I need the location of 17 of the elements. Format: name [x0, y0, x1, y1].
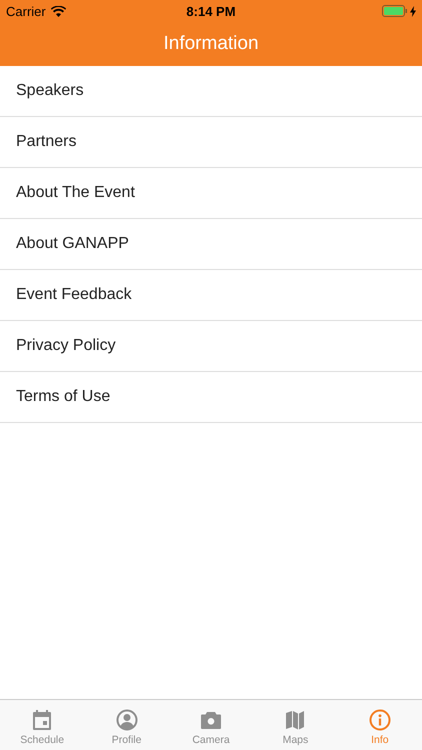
carrier-label: Carrier	[6, 4, 46, 18]
map-icon	[284, 708, 306, 730]
list-item[interactable]: About The Event	[0, 168, 422, 219]
list-item[interactable]: Speakers	[0, 66, 422, 117]
list-item[interactable]: Event Feedback	[0, 270, 422, 321]
list-item[interactable]: Privacy Policy	[0, 321, 422, 372]
person-icon	[116, 708, 138, 730]
nav-title: Information	[163, 33, 259, 55]
status-time: 8:14 PM	[186, 4, 236, 18]
calendar-icon	[31, 708, 54, 730]
list-item[interactable]: Terms of Use	[0, 372, 422, 423]
wifi-icon	[50, 6, 66, 16]
info-icon	[368, 708, 391, 730]
charging-icon	[410, 6, 416, 16]
list-item[interactable]: About GANAPP	[0, 219, 422, 270]
battery-icon	[382, 5, 408, 17]
list-item[interactable]: Partners	[0, 117, 422, 168]
